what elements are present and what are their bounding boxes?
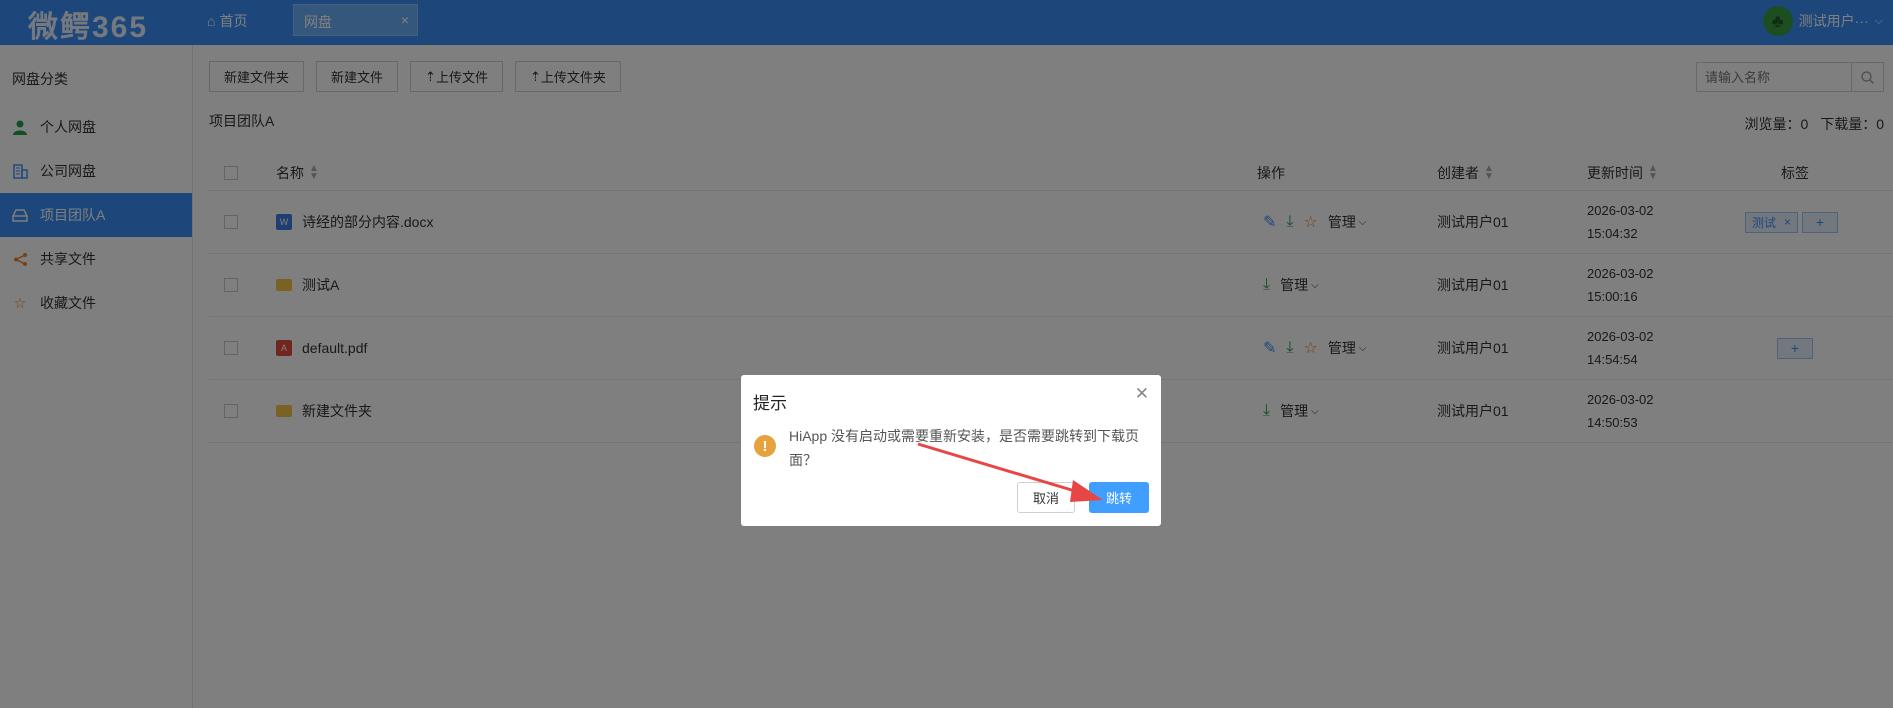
dialog-title: 提示 xyxy=(753,394,787,413)
warning-icon: ! xyxy=(754,435,776,457)
modal-overlay[interactable] xyxy=(0,0,1893,708)
annotation-arrow xyxy=(917,442,1103,502)
close-icon[interactable]: ✕ xyxy=(1135,384,1149,404)
